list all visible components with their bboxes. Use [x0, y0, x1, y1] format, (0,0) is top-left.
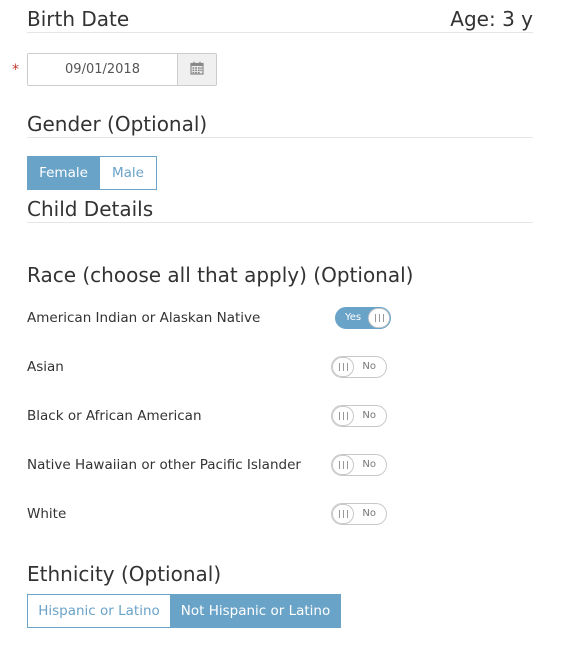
- race-label: Black or African American: [27, 408, 202, 424]
- birth-date-header: Birth Date Age: 3 y: [27, 4, 533, 33]
- race-toggle-white[interactable]: No: [331, 503, 387, 525]
- race-label: Asian: [27, 359, 64, 375]
- grip-icon: [368, 308, 390, 328]
- gender-header: Gender (Optional): [27, 109, 533, 138]
- race-toggle-black[interactable]: No: [331, 405, 387, 427]
- race-row-american-indian: American Indian or Alaskan Native Yes: [27, 306, 397, 330]
- grip-icon: [332, 455, 354, 475]
- calendar-button[interactable]: [177, 54, 216, 85]
- race-toggle-asian[interactable]: No: [331, 356, 387, 378]
- race-row-asian: Asian No: [27, 355, 397, 379]
- child-details-header: Child Details: [27, 194, 533, 223]
- birth-date-title: Birth Date: [27, 7, 130, 31]
- race-row-black: Black or African American No: [27, 404, 397, 428]
- child-form: Birth Date Age: 3 y * 09/01/2018 Gender …: [0, 0, 565, 664]
- toggle-state-label: No: [362, 459, 376, 470]
- race-toggle-native-hawaiian[interactable]: No: [331, 454, 387, 476]
- race-title: Race (choose all that apply) (Optional): [27, 263, 414, 287]
- toggle-state-label: No: [362, 361, 376, 372]
- race-row-white: White No: [27, 502, 397, 526]
- gender-selector: Female Male: [27, 156, 157, 190]
- toggle-state-label: No: [362, 508, 376, 519]
- gender-male-button[interactable]: Male: [100, 156, 157, 190]
- toggle-state-label: Yes: [345, 312, 362, 323]
- ethnicity-selector: Hispanic or Latino Not Hispanic or Latin…: [27, 594, 341, 628]
- birth-date-input[interactable]: [28, 54, 177, 85]
- birth-date-field: [27, 53, 217, 86]
- age-display: Age: 3 y: [450, 7, 533, 31]
- race-label: Native Hawaiian or other Pacific Islande…: [27, 457, 301, 473]
- toggle-state-label: No: [362, 410, 376, 421]
- race-label: American Indian or Alaskan Native: [27, 310, 261, 326]
- race-label: White: [27, 506, 67, 522]
- ethnicity-hispanic-button[interactable]: Hispanic or Latino: [27, 594, 171, 628]
- grip-icon: [332, 504, 354, 524]
- grip-icon: [332, 357, 354, 377]
- ethnicity-not-hispanic-button[interactable]: Not Hispanic or Latino: [171, 594, 341, 628]
- race-toggle-american-indian[interactable]: Yes: [335, 307, 391, 329]
- race-row-native-hawaiian: Native Hawaiian or other Pacific Islande…: [27, 453, 397, 477]
- gender-female-button[interactable]: Female: [27, 156, 100, 190]
- ethnicity-title: Ethnicity (Optional): [27, 562, 222, 586]
- gender-title: Gender (Optional): [27, 112, 208, 136]
- required-marker: *: [12, 62, 19, 78]
- child-details-title: Child Details: [27, 197, 154, 221]
- calendar-icon: [190, 60, 204, 79]
- grip-icon: [332, 406, 354, 426]
